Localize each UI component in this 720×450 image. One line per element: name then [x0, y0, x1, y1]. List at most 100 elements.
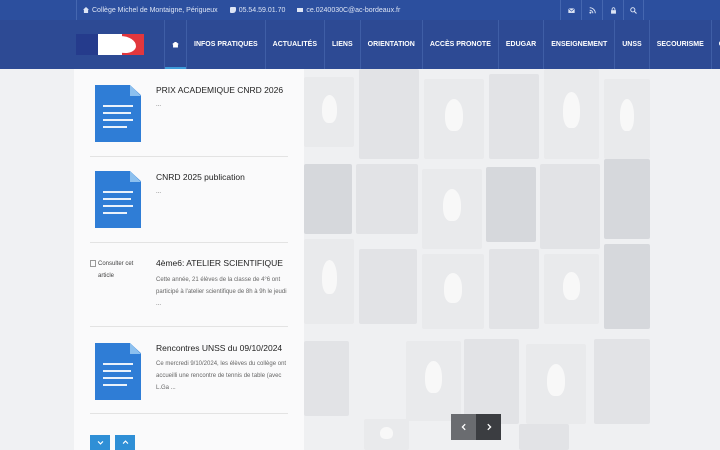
- phone-text: 05.54.59.01.70: [238, 6, 286, 14]
- slide-tile: [604, 244, 650, 329]
- phone-icon: [229, 7, 236, 13]
- document-line: [103, 212, 127, 214]
- background-left: [0, 69, 74, 450]
- document-icon: [95, 85, 141, 142]
- chevron-left-icon: [460, 423, 466, 431]
- scroll-up-button[interactable]: [115, 435, 135, 450]
- slide-tile: [519, 424, 569, 450]
- address-item: Collège Michel de Montaigne, Périgueux: [77, 7, 224, 14]
- document-line: [103, 370, 131, 372]
- slide-tile: [526, 344, 586, 424]
- email-item[interactable]: ce.0240030C@ac-bordeaux.fr: [291, 7, 406, 14]
- envelope-icon: [297, 8, 304, 12]
- contact-info: Collège Michel de Montaigne, Périgueux 0…: [0, 0, 406, 20]
- document-line: [103, 119, 133, 121]
- image-alt-text: Consulter cet article: [98, 261, 134, 279]
- search-button[interactable]: [623, 0, 644, 20]
- login-button[interactable]: [602, 0, 623, 20]
- article-title[interactable]: 4ème6: ATELIER SCIENTIFIQUE: [156, 258, 283, 268]
- document-icon: [95, 171, 141, 228]
- email-text: ce.0240030C@ac-bordeaux.fr: [306, 6, 401, 14]
- chevron-up-icon: [122, 440, 128, 444]
- slide-tile: [304, 77, 354, 147]
- slide-tile: [489, 74, 539, 159]
- document-fold: [130, 343, 141, 354]
- slide-tile: [422, 169, 482, 249]
- slide-tile: [359, 69, 419, 159]
- document-icon: [95, 343, 141, 400]
- article-excerpt: Cette année, 21 élèves de la classe de 4…: [156, 277, 287, 307]
- slide-tile: [304, 164, 352, 234]
- article-title[interactable]: CNRD 2025 publication: [156, 172, 245, 182]
- rss-icon: [588, 6, 596, 14]
- nav-liens[interactable]: LIENS: [325, 20, 360, 69]
- slide-tile: [604, 79, 650, 159]
- nav-enseignement[interactable]: ENSEIGNEMENT: [544, 20, 614, 69]
- news-column: PRIX ACADEMIQUE CNRD 2026 ... CNRD 2025 …: [74, 69, 304, 450]
- article-item[interactable]: Consulter cet article 4ème6: ATELIER SCI…: [90, 243, 288, 327]
- slide-tile: [489, 249, 539, 329]
- article-excerpt: Ce mercredi 9/10/2024, les élèves du col…: [156, 361, 287, 391]
- top-icon-buttons: [560, 0, 644, 20]
- rss-button[interactable]: [581, 0, 602, 20]
- chevron-right-icon: [486, 423, 492, 431]
- document-line: [103, 384, 127, 386]
- document-line: [103, 126, 127, 128]
- top-info-bar: Collège Michel de Montaigne, Périgueux 0…: [0, 0, 720, 20]
- nav-infos-pratiques[interactable]: INFOS PRATIQUES: [187, 20, 265, 69]
- slide-tile: [406, 341, 461, 421]
- slide-tile: [304, 341, 349, 416]
- home-icon: [172, 41, 179, 48]
- nav-secourisme[interactable]: SECOURISME: [650, 20, 711, 69]
- slider-next-button[interactable]: [476, 414, 501, 440]
- article-item[interactable]: PRIX ACADEMIQUE CNRD 2026 ...: [90, 77, 288, 157]
- slide-tile: [304, 239, 354, 324]
- article-image-broken[interactable]: Consulter cet article: [90, 258, 146, 282]
- slide-tile: [540, 164, 600, 249]
- chevron-down-icon: [97, 441, 103, 445]
- home-icon: [83, 7, 89, 13]
- slide-tile: [486, 167, 536, 242]
- nav-acces-pronote[interactable]: ACCÈS PRONOTE: [423, 20, 498, 69]
- nav-orientation[interactable]: ORIENTATION: [361, 20, 422, 69]
- article-title[interactable]: Rencontres UNSS du 09/10/2024: [156, 343, 282, 353]
- nav-actualites[interactable]: ACTUALITÉS: [266, 20, 324, 69]
- nav-edugar[interactable]: EDUGAR: [499, 20, 543, 69]
- nav-home[interactable]: [165, 20, 186, 69]
- slide-tile: [594, 339, 650, 424]
- slide-tile: [464, 339, 519, 424]
- article-excerpt: ...: [156, 102, 162, 108]
- scroll-down-button[interactable]: [90, 435, 110, 450]
- slider-prev-button[interactable]: [451, 414, 476, 440]
- main-header: INFOS PRATIQUES ACTUALITÉS LIENS ORIENTA…: [0, 20, 720, 69]
- main-nav: INFOS PRATIQUES ACTUALITÉS LIENS ORIENTA…: [164, 20, 720, 69]
- slide-tile: [422, 254, 484, 329]
- article-item[interactable]: Rencontres UNSS du 09/10/2024 Ce mercred…: [90, 327, 288, 414]
- nav-cdi[interactable]: CDI: [712, 20, 720, 69]
- address-text: Collège Michel de Montaigne, Périgueux: [92, 6, 218, 14]
- document-line: [103, 105, 133, 107]
- slide-tile: [364, 419, 409, 450]
- document-line: [103, 363, 133, 365]
- document-line: [103, 377, 133, 379]
- mail-button[interactable]: [560, 0, 581, 20]
- background-right: [650, 69, 720, 450]
- slide-tile: [544, 69, 599, 159]
- article-title[interactable]: PRIX ACADEMIQUE CNRD 2026: [156, 85, 283, 95]
- phone-item[interactable]: 05.54.59.01.70: [224, 7, 292, 14]
- marianne-profile: [110, 36, 136, 53]
- image-slider: [304, 69, 650, 450]
- slide-tile: [424, 79, 484, 159]
- slide-tile: [359, 249, 417, 324]
- slide-tile: [356, 164, 418, 234]
- logo-blue: [76, 34, 98, 55]
- document-line: [103, 112, 131, 114]
- article-excerpt: ...: [156, 189, 162, 195]
- broken-image-icon: [90, 260, 96, 267]
- article-item[interactable]: CNRD 2025 publication ...: [90, 157, 288, 243]
- republique-logo[interactable]: [76, 34, 144, 55]
- document-fold: [130, 171, 141, 182]
- nav-unss[interactable]: UNSS: [615, 20, 648, 69]
- slide-tile: [604, 159, 650, 239]
- slide-tile: [544, 254, 599, 324]
